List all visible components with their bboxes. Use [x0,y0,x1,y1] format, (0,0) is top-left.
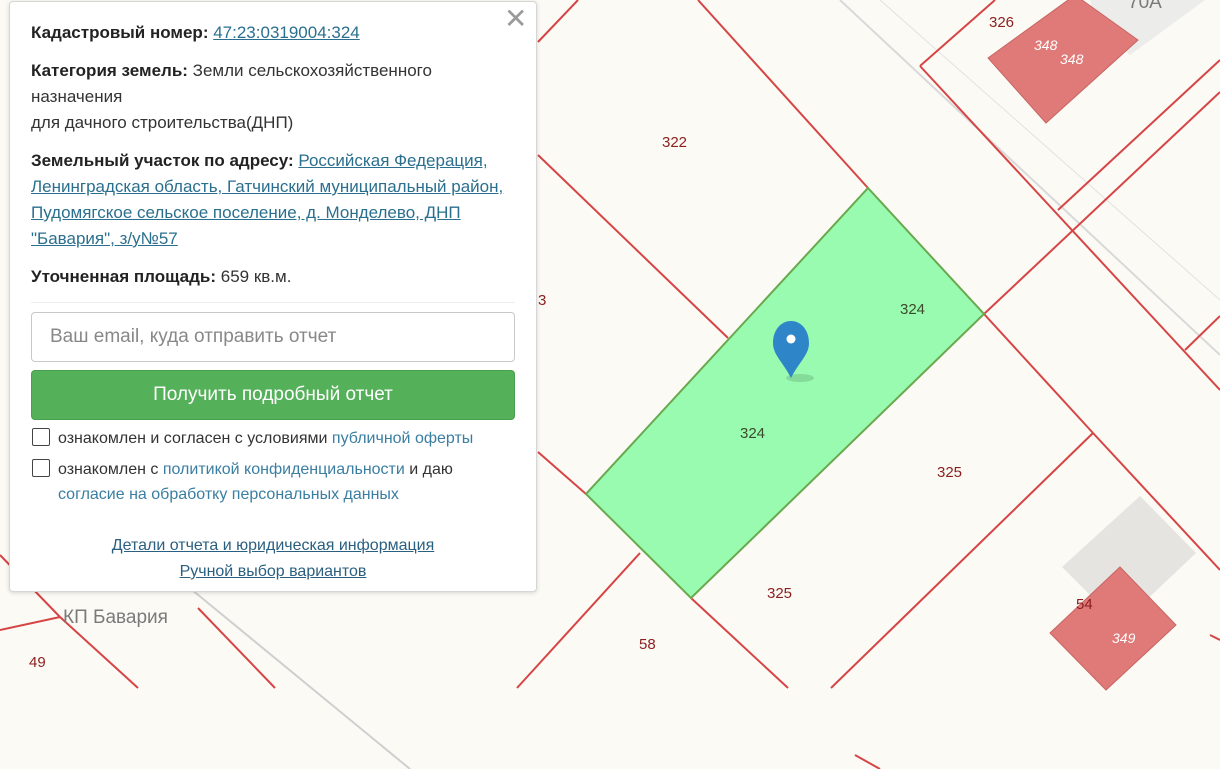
parcel-label-322: 322 [662,134,687,151]
offer-consent-row: ознакомлен и согласен с условиями публич… [31,426,515,451]
building-label-349: 349 [1112,630,1136,646]
offer-consent-text: ознакомлен и согласен с условиями [58,430,328,447]
cadastral-number-link[interactable]: 47:23:0319004:324 [213,23,360,42]
address-label: Земельный участок по адресу: [31,151,294,170]
parcel-label-325-b: 325 [767,585,792,602]
privacy-consent-text-a: ознакомлен с [58,461,159,478]
address-row: Земельный участок по адресу: Российская … [31,148,515,252]
divider [31,302,515,303]
area-row: Уточненная площадь: 659 кв.м. [31,264,515,290]
building-label-348-b: 348 [1060,51,1084,67]
parcel-label-324-b: 324 [740,425,765,442]
personal-data-consent-link[interactable]: согласие на обработку персональных данны… [58,486,399,503]
area-label: Уточненная площадь: [31,267,216,286]
email-input[interactable] [31,312,515,362]
land-category-value-line3: для дачного строительства(ДНП) [31,113,294,132]
close-icon[interactable]: ✕ [504,5,527,33]
parcel-label-54: 54 [1076,596,1093,613]
privacy-consent-label: ознакомлен с политикой конфиденциальност… [58,457,453,507]
parcel-label-324-a: 324 [900,301,925,318]
parcel-info-popup: ✕ Кадастровый номер: 47:23:0319004:324 К… [9,1,537,592]
parcel-label-325-a: 325 [937,464,962,481]
offer-consent-checkbox[interactable] [32,428,50,446]
land-category-value-line1: Земли сельскохозяйственного [192,61,432,80]
footer-links: Детали отчета и юридическая информация Р… [31,533,515,585]
privacy-consent-row: ознакомлен с политикой конфиденциальност… [31,457,515,507]
privacy-consent-checkbox[interactable] [32,459,50,477]
parcel-label-3: 3 [538,292,546,309]
public-offer-link[interactable]: публичной оферты [332,430,473,447]
parcel-label-49: 49 [29,654,46,671]
cadastral-number-label: Кадастровый номер: [31,23,209,42]
land-category-label: Категория земель: [31,61,188,80]
place-label-kp-bavaria: КП Бавария [63,607,168,628]
get-report-button[interactable]: Получить подробный отчет [31,370,515,420]
house-number-70a: 70А [1128,0,1162,13]
parcel-label-326: 326 [989,14,1014,31]
offer-consent-label: ознакомлен и согласен с условиями публич… [58,426,473,451]
report-details-link[interactable]: Детали отчета и юридическая информация [112,537,435,554]
manual-selection-link[interactable]: Ручной выбор вариантов [180,563,367,580]
building-label-348-a: 348 [1034,37,1058,53]
parcel-label-58: 58 [639,636,656,653]
area-value: 659 кв.м. [220,267,292,286]
cadastral-number-row: Кадастровый номер: 47:23:0319004:324 [31,20,515,46]
privacy-consent-text-b: и даю [409,461,453,478]
privacy-policy-link[interactable]: политикой конфиденциальности [163,461,405,478]
land-category-value-line2: назначения [31,87,123,106]
land-category-row: Категория земель: Земли сельскохозяйстве… [31,58,515,136]
